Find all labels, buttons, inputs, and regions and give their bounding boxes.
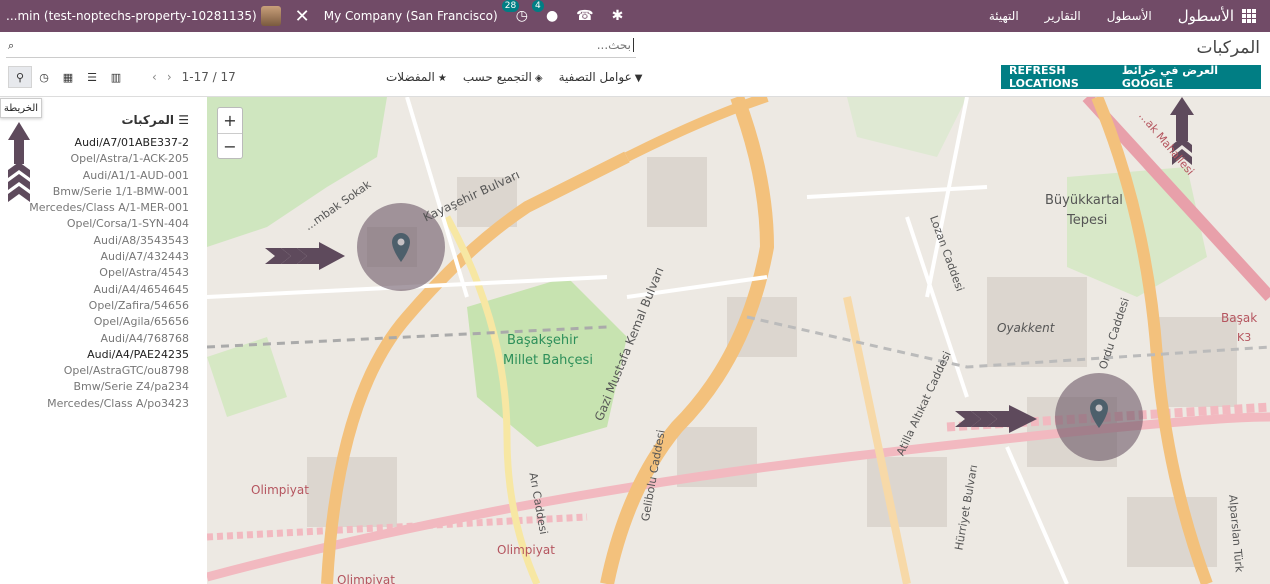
map-label: Olimpiyat — [497, 543, 555, 557]
list-item[interactable]: Opel/Agila/65656 — [29, 314, 189, 330]
phone-icon[interactable]: ☎ — [576, 8, 593, 24]
star-icon: ★ — [437, 73, 447, 84]
activity-badge: 28 — [501, 0, 520, 12]
list-item[interactable]: Audi/A4/PAE24235 — [29, 347, 189, 363]
list-item[interactable]: Bmw/Serie 1/1-BMW-001 — [29, 184, 189, 200]
list-item[interactable]: Audi/A7/432443 — [29, 249, 189, 265]
kanban-view-button[interactable]: ▥ — [104, 66, 128, 88]
debug-tools-icon[interactable]: ✕ — [295, 6, 310, 27]
refresh-locations-button[interactable]: REFRESH LOCATIONS — [1009, 64, 1122, 90]
search-icon[interactable]: ⌕ — [8, 39, 14, 53]
layers-icon: ◈ — [534, 73, 543, 84]
list-icon: ☰ — [87, 70, 97, 84]
map-label: Başakşehir — [507, 333, 579, 348]
filter-icon: ▼ — [634, 73, 643, 84]
list-item[interactable]: Opel/Corsa/1-SYN-404 — [29, 216, 189, 232]
sidebar-title-label: المركبات — [121, 113, 175, 127]
map-marker-icon: ⚲ — [15, 70, 25, 84]
list-item[interactable]: Opel/Astra/4543 — [29, 265, 189, 281]
filters-label: عوامل التصفية — [558, 70, 632, 84]
annotation-arrow-up-left — [8, 122, 30, 202]
sidebar-title: المركبات ☰ — [121, 113, 189, 127]
search-input[interactable] — [44, 38, 634, 52]
top-navbar: ...min (test-noptechs-property-10281135)… — [0, 0, 1270, 32]
app-brand[interactable]: الأسطول — [1178, 7, 1234, 25]
list-item[interactable]: Audi/A7/01ABE337-2 — [29, 135, 189, 151]
list-item[interactable]: Audi/A8/3543543 — [29, 233, 189, 249]
list-item[interactable]: Opel/AstraGTC/ou8798 — [29, 363, 189, 379]
list-icon: ☰ — [178, 113, 189, 127]
map-canvas[interactable]: + − Kayaşehir Bulvarı ...mbak Sokak Başa… — [207, 97, 1270, 584]
page-title: المركبات — [1196, 38, 1260, 58]
list-item[interactable]: Audi/A4/768768 — [29, 331, 189, 347]
company-switcher[interactable]: My Company (San Francisco) — [324, 9, 498, 23]
table-icon: ▦ — [62, 70, 74, 84]
map-label: Oyakkent — [997, 321, 1055, 335]
list-view-button[interactable]: ☰ — [80, 66, 104, 88]
activity-icon[interactable]: ◷ 28 — [501, 0, 528, 24]
map-view-tooltip: الخريطة — [0, 98, 42, 118]
list-item[interactable]: Bmw/Serie Z4/pa234 — [29, 379, 189, 395]
map-view-button[interactable]: ⚲ — [8, 66, 32, 88]
map-label: K3 — [1237, 331, 1252, 344]
list-item[interactable]: Audi/A4/4654645 — [29, 282, 189, 298]
group-by-button[interactable]: ◈التجميع حسب — [463, 70, 543, 84]
filters-button[interactable]: ▼عوامل التصفية — [559, 70, 643, 84]
pager: ‹ › 1-17 / 17 — [152, 70, 236, 84]
map-label: Büyükkartal — [1045, 193, 1123, 208]
user-menu[interactable]: ...min (test-noptechs-property-10281135) — [6, 9, 257, 23]
list-item[interactable]: Mercedes/Class A/po3423 — [29, 396, 189, 412]
clock-icon: ◷ — [39, 70, 49, 84]
view-in-google-maps-button[interactable]: العرض في خرائط GOOGLE — [1122, 64, 1253, 90]
zoom-out-button[interactable]: − — [218, 133, 242, 158]
activity-view-button[interactable]: ◷ — [32, 66, 56, 88]
messages-icon[interactable]: ● 4 — [531, 0, 558, 24]
zoom-control: + − — [217, 107, 243, 159]
navbar-left: ...min (test-noptechs-property-10281135)… — [0, 0, 623, 32]
favorites-button[interactable]: ★المفضلات — [386, 70, 447, 84]
group-by-label: التجميع حسب — [462, 70, 532, 84]
bug-icon[interactable]: ✱ — [612, 8, 624, 24]
user-avatar[interactable] — [260, 6, 281, 26]
pivot-view-button[interactable]: ▦ — [56, 66, 80, 88]
list-item[interactable]: Mercedes/Class A/1-MER-001 — [29, 200, 189, 216]
pager-next-icon[interactable]: › — [167, 70, 172, 84]
map-label: Millet Bahçesi — [503, 353, 593, 368]
kanban-icon: ▥ — [110, 70, 122, 84]
list-item[interactable]: Opel/Zafira/54656 — [29, 298, 189, 314]
vehicle-list: Audi/A7/01ABE337-2 Opel/Astra/1-ACK-205 … — [29, 135, 189, 412]
google-maps-button-group: REFRESH LOCATIONS العرض في خرائط GOOGLE — [1001, 64, 1261, 90]
zoom-in-button[interactable]: + — [218, 108, 242, 133]
list-item[interactable]: Audi/A1/1-AUD-001 — [29, 168, 189, 184]
menu-item-fleet[interactable]: الأسطول — [1107, 9, 1152, 23]
navbar-right: الأسطول الأسطول التقارير التهيئة — [989, 0, 1270, 32]
map-label: Olimpiyat — [251, 483, 309, 497]
menu-item-reporting[interactable]: التقارير — [1045, 9, 1081, 23]
pager-prev-icon[interactable]: ‹ — [152, 70, 157, 84]
pager-value[interactable]: 1-17 / 17 — [182, 70, 236, 84]
messages-badge: 4 — [531, 0, 544, 12]
map-label: Başak — [1221, 311, 1258, 325]
search-options: ▼عوامل التصفية ◈التجميع حسب ★المفضلات — [386, 70, 642, 84]
menu-item-configuration[interactable]: التهيئة — [989, 9, 1019, 23]
map-label: Tepesi — [1067, 213, 1108, 228]
view-switcher: ⚲ ◷ ▦ ☰ ▥ — [8, 66, 128, 88]
map-label: Olimpiyat — [337, 573, 395, 584]
search-bar: ⌕ — [6, 36, 636, 58]
apps-menu-icon[interactable] — [1242, 9, 1256, 23]
favorites-label: المفضلات — [386, 70, 435, 84]
list-item[interactable]: Opel/Astra/1-ACK-205 — [29, 151, 189, 167]
